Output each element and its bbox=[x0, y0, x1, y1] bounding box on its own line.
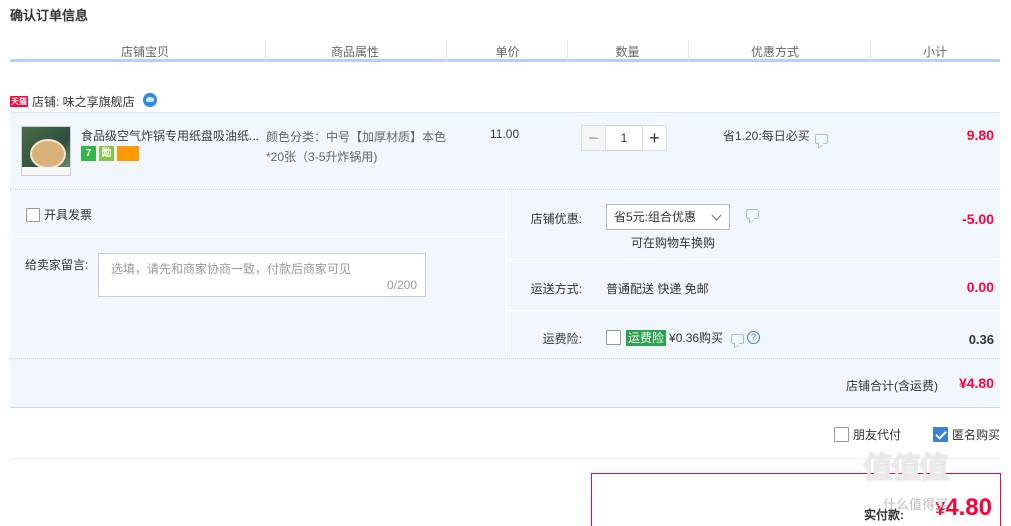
column-subtotal: 小计 bbox=[922, 45, 947, 59]
message-counter: 0/200 bbox=[386, 278, 417, 292]
order-item: 食品级空气炸锅专用纸盘吸油纸... 7 勋 颜色分类：中号【加厚材质】本色 *2… bbox=[10, 112, 1000, 190]
quantity-input[interactable]: 1 bbox=[606, 125, 642, 151]
tmall-icon: 天猫 bbox=[10, 96, 28, 107]
column-divider bbox=[446, 40, 447, 62]
shipping-row: 运送方式: 普通配送 快递 免邮 0.00 bbox=[507, 261, 1000, 311]
quantity-stepper: − 1 + bbox=[581, 125, 667, 151]
invoice-option[interactable]: 开具发票 bbox=[26, 206, 92, 223]
shop-discount-row: 店铺优惠: 省5元:组合优惠 可在购物车换购 -5.00 bbox=[507, 190, 1000, 260]
shop-discount-select[interactable]: 省5元:组合优惠 bbox=[606, 204, 730, 230]
shop-discount-note: 可在购物车换购 bbox=[631, 236, 716, 250]
order-extras: 开具发票 给卖家留言: 选填，请先和商家协商一致，付款后商家可见 0/200 店… bbox=[10, 190, 1000, 358]
shop-row: 天猫 店铺: 味之享旗舰店 bbox=[10, 92, 157, 110]
promo-text: 省1.20:每日必买 bbox=[723, 129, 810, 143]
purchase-options: 朋友代付 匿名购买 bbox=[833, 426, 1000, 443]
column-price: 单价 bbox=[495, 45, 520, 59]
service-badges: 7 勋 bbox=[81, 146, 139, 161]
seven-day-return-icon: 7 bbox=[81, 146, 96, 161]
freight-insurance-option[interactable]: 运费险 ¥0.36购买 ? bbox=[606, 329, 761, 346]
credit-card-icon bbox=[117, 146, 139, 161]
message-placeholder: 选填，请先和商家协商一致，付款后商家可见 bbox=[111, 262, 352, 276]
column-divider bbox=[870, 40, 871, 62]
column-divider bbox=[265, 40, 266, 62]
column-promo: 优惠方式 bbox=[750, 45, 799, 59]
anonymous-checkbox[interactable] bbox=[932, 427, 948, 442]
watermark-site: 什么值得买 bbox=[883, 497, 949, 512]
column-item: 店铺宝贝 bbox=[120, 45, 169, 59]
freight-insurance-label: 运费险: bbox=[542, 332, 582, 346]
shop-total-value: ¥4.80 bbox=[958, 375, 994, 391]
item-promo: 省1.20:每日必买 bbox=[723, 127, 828, 144]
freight-insurance-price: ¥0.36购买 bbox=[669, 331, 724, 345]
product-attributes: 颜色分类：中号【加厚材质】本色 *20张（3-5升炸锅用) bbox=[266, 127, 456, 167]
column-attr: 商品属性 bbox=[330, 45, 379, 59]
divider bbox=[10, 458, 1000, 459]
shipping-value: 0.00 bbox=[966, 279, 994, 295]
item-subtotal: 9.80 bbox=[966, 127, 994, 143]
freight-insurance-row: 运费险: 运费险 ¥0.36购买 ? 0.36 bbox=[507, 312, 1000, 358]
attr-line: 颜色分类：中号【加厚材质】本色 bbox=[266, 130, 447, 144]
shop-name[interactable]: 店铺: 味之享旗舰店 bbox=[32, 93, 135, 110]
medal-icon: 勋 bbox=[99, 146, 114, 161]
friend-pay-checkbox[interactable] bbox=[833, 427, 849, 442]
shop-total-bar: 店铺合计(含运费) ¥4.80 bbox=[10, 358, 1000, 408]
payment-amount: 4.80 bbox=[945, 494, 992, 521]
unit-price: 11.00 bbox=[490, 127, 520, 141]
column-divider bbox=[567, 40, 568, 62]
shop-discount-value: -5.00 bbox=[962, 211, 994, 227]
message-icon[interactable] bbox=[746, 209, 759, 219]
friend-pay-option[interactable]: 朋友代付 bbox=[833, 426, 901, 443]
anonymous-label: 匿名购买 bbox=[951, 428, 1000, 442]
freight-insurance-checkbox[interactable] bbox=[606, 330, 621, 345]
shop-total-label: 店铺合计(含运费) bbox=[846, 379, 938, 393]
help-icon[interactable]: ? bbox=[747, 331, 761, 344]
column-divider bbox=[688, 40, 689, 62]
watermark-logo: 值值值 bbox=[863, 452, 949, 485]
decrease-button[interactable]: − bbox=[581, 125, 606, 151]
divider bbox=[10, 236, 506, 237]
column-header: 店铺宝贝 商品属性 单价 数量 优惠方式 小计 bbox=[10, 40, 1000, 62]
increase-button[interactable]: + bbox=[642, 125, 667, 151]
column-quantity: 数量 bbox=[615, 45, 640, 59]
invoice-label: 开具发票 bbox=[44, 208, 93, 222]
product-thumbnail[interactable] bbox=[21, 126, 71, 176]
freight-insurance-value: 0.36 bbox=[968, 332, 994, 347]
wangwang-chat-icon[interactable] bbox=[142, 92, 157, 107]
page-title: 确认订单信息 bbox=[10, 8, 89, 23]
friend-pay-label: 朋友代付 bbox=[852, 428, 901, 442]
shop-discount-label: 店铺优惠: bbox=[530, 212, 582, 226]
shipping-method: 普通配送 快递 免邮 bbox=[606, 282, 709, 296]
product-name[interactable]: 食品级空气炸锅专用纸盘吸油纸... bbox=[81, 127, 263, 144]
seller-message-input[interactable]: 选填，请先和商家协商一致，付款后商家可见 0/200 bbox=[98, 253, 426, 297]
attr-line: *20张（3-5升炸锅用) bbox=[266, 150, 378, 164]
message-icon[interactable] bbox=[731, 333, 745, 344]
message-icon[interactable] bbox=[814, 133, 828, 144]
anonymous-option[interactable]: 匿名购买 bbox=[932, 426, 1000, 443]
shipping-label: 运送方式: bbox=[530, 282, 582, 296]
freight-insurance-tag: 运费险 bbox=[626, 329, 667, 346]
message-label: 给卖家留言: bbox=[25, 258, 89, 272]
invoice-checkbox[interactable] bbox=[26, 207, 40, 222]
